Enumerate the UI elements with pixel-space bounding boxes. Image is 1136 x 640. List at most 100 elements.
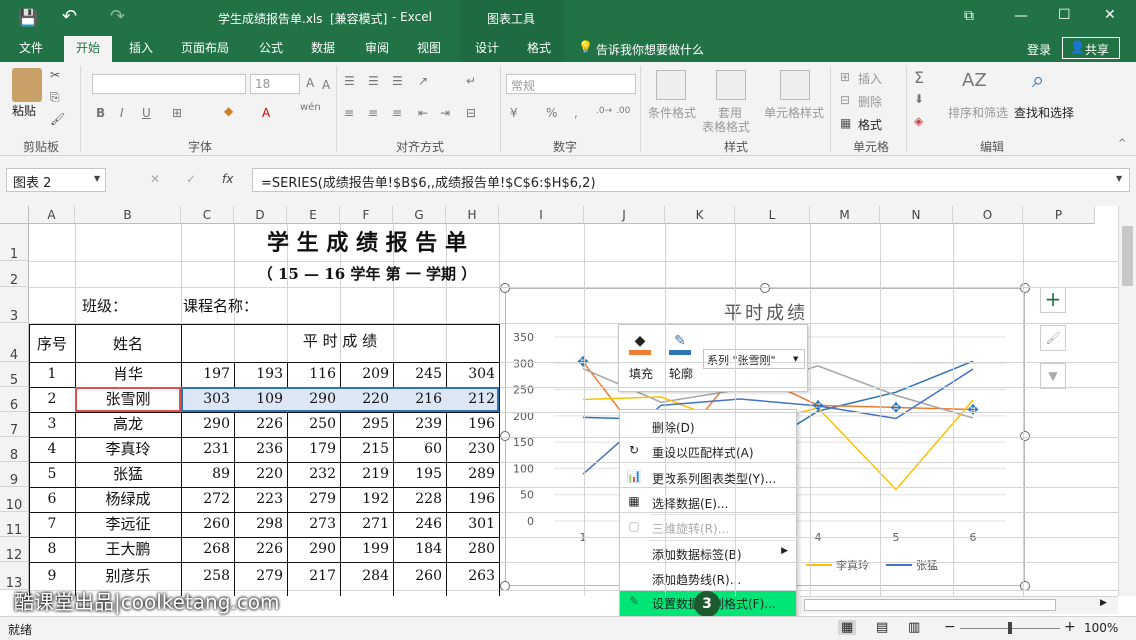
- undo-icon[interactable]: ↶: [62, 6, 77, 27]
- cell-score[interactable]: 284: [340, 562, 389, 590]
- course-label[interactable]: 课程名称：: [183, 292, 303, 320]
- legend-label[interactable]: 李真玲: [836, 558, 869, 572]
- cell-no[interactable]: 4: [29, 437, 75, 462]
- align-center-icon[interactable]: ≡: [368, 106, 378, 120]
- cell-score[interactable]: 295: [340, 412, 389, 437]
- redo-icon[interactable]: ↷: [110, 6, 125, 27]
- align-bottom-icon[interactable]: ☰: [392, 74, 403, 88]
- chart-resize-handle[interactable]: [1020, 431, 1030, 441]
- column-header-I[interactable]: I: [499, 206, 584, 224]
- fill-button[interactable]: 填充: [629, 365, 653, 382]
- column-header-D[interactable]: D: [234, 206, 287, 224]
- paste-button[interactable]: 粘贴: [12, 102, 36, 119]
- phonetic-button[interactable]: wén: [300, 102, 321, 113]
- cell-score[interactable]: 231: [181, 437, 230, 462]
- column-header-M[interactable]: M: [810, 206, 880, 224]
- zoom-level[interactable]: 100%: [1084, 621, 1118, 635]
- italic-button[interactable]: I: [120, 106, 124, 120]
- name-box-dropdown-icon[interactable]: ▼: [94, 174, 100, 183]
- legend-label[interactable]: 张猛: [916, 559, 938, 572]
- zoom-in-button[interactable]: +: [1064, 619, 1076, 635]
- wrap-text-icon[interactable]: ↵: [466, 74, 476, 88]
- row-header-4[interactable]: 4: [0, 323, 29, 363]
- cell-score[interactable]: 250: [287, 412, 336, 437]
- cell-score[interactable]: 304: [446, 362, 495, 387]
- cell-score[interactable]: 193: [234, 362, 283, 387]
- comma-icon[interactable]: ,: [574, 106, 578, 120]
- class-label[interactable]: 班级：: [78, 292, 178, 320]
- cell-name[interactable]: 杨绿成: [75, 487, 181, 512]
- decrease-indent-icon[interactable]: ⇤: [418, 106, 428, 120]
- grow-font-icon[interactable]: A: [306, 76, 314, 90]
- row-header-7[interactable]: 7: [0, 412, 29, 438]
- column-header-F[interactable]: F: [340, 206, 393, 224]
- page-layout-view-icon[interactable]: ▤: [876, 620, 888, 635]
- cell-name[interactable]: 张雪刚: [75, 387, 181, 412]
- cell-score[interactable]: 279: [287, 487, 336, 512]
- column-header-L[interactable]: L: [735, 206, 810, 224]
- cell-score[interactable]: 236: [234, 437, 283, 462]
- ribbon-options-icon[interactable]: ⧉: [964, 8, 974, 24]
- cell-score[interactable]: 223: [234, 487, 283, 512]
- cell-score[interactable]: 179: [287, 437, 336, 462]
- cell-score[interactable]: 89: [181, 462, 230, 487]
- horizontal-scrollbar[interactable]: ▶: [800, 596, 1118, 614]
- cell-score[interactable]: 196: [446, 487, 495, 512]
- sort-filter-icon[interactable]: AZ: [962, 70, 987, 91]
- underline-button[interactable]: U: [142, 106, 151, 120]
- increase-indent-icon[interactable]: ⇥: [440, 106, 450, 120]
- tab-design[interactable]: 设计: [464, 36, 510, 62]
- cell-score[interactable]: 271: [340, 512, 389, 537]
- chart-styles-button[interactable]: 🖌: [1040, 325, 1066, 351]
- cell-score[interactable]: 228: [393, 487, 442, 512]
- row-header-10[interactable]: 10: [0, 487, 29, 513]
- fill-color-icon[interactable]: ◆: [224, 104, 233, 118]
- tab-home[interactable]: 开始: [64, 36, 112, 62]
- cell-name[interactable]: 肖华: [75, 362, 181, 387]
- normal-view-icon[interactable]: ▦: [838, 620, 857, 635]
- conditional-format-button[interactable]: 条件格式: [648, 104, 696, 121]
- cell-style-button[interactable]: 单元格样式: [764, 104, 824, 121]
- cell-no[interactable]: 1: [29, 362, 75, 387]
- cell-score[interactable]: 230: [446, 437, 495, 462]
- column-header-P[interactable]: P: [1023, 206, 1095, 224]
- cell-score[interactable]: 268: [181, 537, 230, 562]
- cell-name[interactable]: 李远征: [75, 512, 181, 537]
- find-icon[interactable]: ⌕: [1032, 68, 1044, 93]
- row-header-1[interactable]: 1: [0, 224, 29, 262]
- chart-resize-handle[interactable]: [1020, 283, 1030, 293]
- font-name-select[interactable]: [92, 74, 246, 94]
- page-break-view-icon[interactable]: ▥: [908, 620, 920, 635]
- save-icon[interactable]: 💾: [18, 8, 38, 27]
- currency-icon[interactable]: ¥: [510, 106, 518, 120]
- align-left-icon[interactable]: ≡: [344, 106, 354, 120]
- cell-score[interactable]: 217: [287, 562, 336, 590]
- chart-resize-handle[interactable]: [500, 431, 510, 441]
- context-menu-item[interactable]: ↻ 重设以匹配样式(A): [620, 439, 796, 464]
- cell-name[interactable]: 张猛: [75, 462, 181, 487]
- format-cells-icon[interactable]: ▦: [840, 116, 851, 130]
- row-header-3[interactable]: 3: [0, 287, 29, 324]
- fill-bucket-icon[interactable]: ◆: [629, 333, 651, 355]
- row-header-5[interactable]: 5: [0, 362, 29, 388]
- merge-center-icon[interactable]: ⊟: [466, 106, 476, 120]
- context-menu-item[interactable]: 添加趋势线(R)...: [620, 566, 796, 591]
- cell-no[interactable]: 8: [29, 537, 75, 562]
- hscroll-thumb[interactable]: [804, 599, 1056, 611]
- vertical-scrollbar[interactable]: [1118, 206, 1136, 596]
- tell-me-search[interactable]: 告诉我你想要做什么: [596, 41, 704, 58]
- cut-icon[interactable]: ✂: [50, 68, 60, 82]
- align-top-icon[interactable]: ☰: [344, 74, 355, 88]
- column-header-E[interactable]: E: [287, 206, 340, 224]
- chart-elements-button[interactable]: +: [1040, 287, 1066, 313]
- tab-page-layout[interactable]: 页面布局: [172, 36, 238, 62]
- outline-pen-icon[interactable]: ✎: [669, 333, 691, 355]
- increase-decimal-icon[interactable]: .0→: [596, 106, 612, 116]
- cell-score[interactable]: 212: [446, 387, 495, 412]
- format-cells-button[interactable]: 格式: [858, 116, 882, 133]
- row-header-11[interactable]: 11: [0, 512, 29, 538]
- cell-score[interactable]: 220: [340, 387, 389, 412]
- maximize-button[interactable]: ☐: [1058, 7, 1071, 23]
- cell-no[interactable]: 2: [29, 387, 75, 412]
- selected-point-handle[interactable]: ✥: [890, 400, 902, 416]
